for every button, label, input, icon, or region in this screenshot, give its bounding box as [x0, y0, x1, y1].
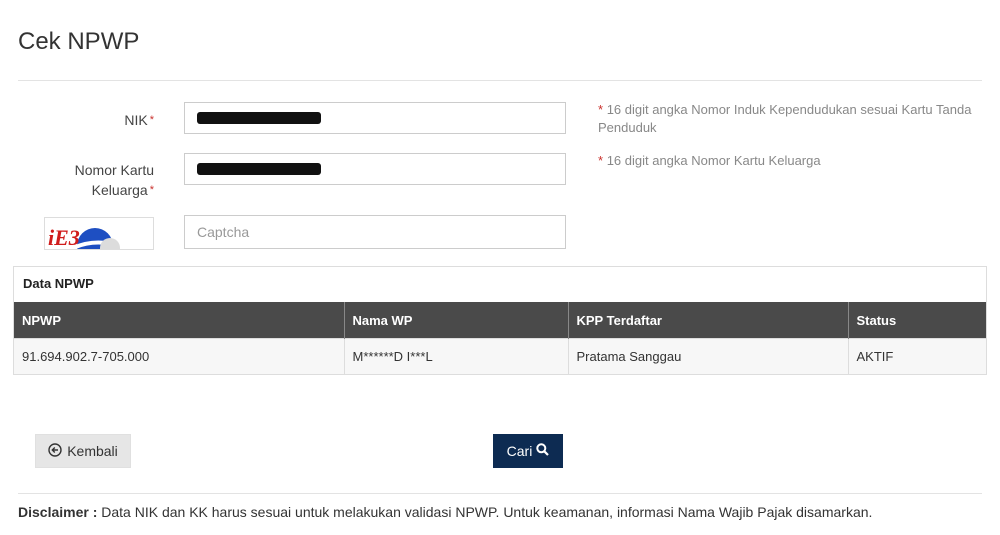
nik-label: NIK *: [124, 112, 154, 128]
disclaimer: Disclaimer : Data NIK dan KK harus sesua…: [18, 504, 872, 520]
nik-hint: * 16 digit angka Nomor Induk Kependuduka…: [598, 102, 972, 135]
cell-kpp: Pratama Sanggau: [568, 338, 849, 374]
column-header-status: Status: [848, 302, 986, 339]
back-button-label: Kembali: [67, 443, 118, 459]
captcha-text: iE3: [48, 225, 80, 250]
panel-title: Data NPWP: [23, 276, 94, 291]
kk-input[interactable]: 6108012: [184, 153, 566, 185]
cell-nama-wp: M******D I***L: [344, 338, 569, 374]
footer-divider: [18, 493, 982, 494]
search-button-label: Cari: [506, 443, 533, 459]
column-header-npwp: NPWP: [14, 302, 345, 339]
page-title: Cek NPWP: [18, 28, 140, 55]
column-header-kpp: KPP Terdaftar: [568, 302, 849, 339]
cell-status: AKTIF: [848, 338, 986, 374]
kk-hint: * 16 digit angka Nomor Kartu Keluarga: [598, 153, 821, 168]
captcha-input[interactable]: Captcha: [184, 215, 566, 249]
table-header-row: NPWP Nama WP KPP Terdaftar Status: [14, 302, 986, 339]
column-header-nama-wp: Nama WP: [344, 302, 569, 339]
search-button[interactable]: Cari: [493, 434, 563, 468]
table-row: 91.694.902.7-705.000 M******D I***L Prat…: [14, 338, 986, 374]
npwp-result-panel: Data NPWP NPWP Nama WP KPP Terdaftar Sta…: [13, 266, 987, 375]
cell-npwp: 91.694.902.7-705.000: [14, 338, 345, 374]
disclaimer-text: Data NIK dan KK harus sesuai untuk melak…: [101, 504, 873, 520]
disclaimer-label: Disclaimer :: [18, 504, 98, 520]
search-icon: [536, 443, 550, 459]
nik-input[interactable]: 6108012: [184, 102, 566, 134]
npwp-table: NPWP Nama WP KPP Terdaftar Status 91.694…: [14, 302, 986, 374]
kk-label: Nomor Kartu Keluarga *: [74, 162, 154, 198]
back-button[interactable]: Kembali: [35, 434, 131, 468]
captcha-image: iE3: [44, 217, 154, 250]
title-divider: [18, 80, 982, 81]
arrow-left-circle-icon: [48, 442, 62, 460]
